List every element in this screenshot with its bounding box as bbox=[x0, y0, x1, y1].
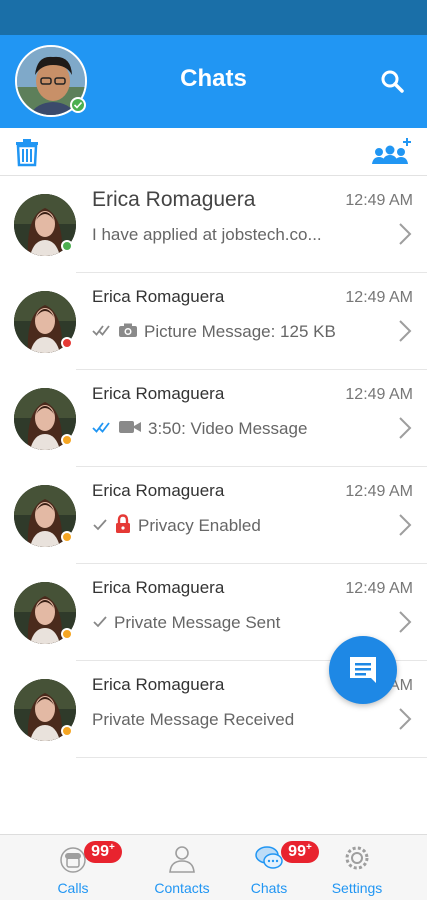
tab-icon-wrap bbox=[167, 843, 197, 873]
tab-label: Calls bbox=[57, 880, 89, 896]
chevron-right-icon bbox=[399, 320, 412, 342]
message-preview-text: Private Message Sent bbox=[114, 613, 281, 632]
chat-bubbles-icon bbox=[255, 846, 283, 869]
presence-status-icon bbox=[61, 628, 73, 640]
search-button[interactable] bbox=[376, 65, 410, 99]
tab-label: Chats bbox=[250, 880, 288, 896]
message-time: 12:49 AM bbox=[345, 192, 413, 209]
bottom-tab-bar: Calls 99+ Contacts Chats 99+ Settings bbox=[0, 834, 427, 900]
tab-icon-wrap bbox=[58, 843, 88, 873]
add-group-icon bbox=[372, 138, 411, 164]
tab-label: Settings bbox=[331, 880, 383, 896]
message-preview-text: Private Message Received bbox=[92, 710, 295, 729]
search-icon bbox=[381, 70, 404, 93]
chat-row[interactable]: Erica Romaguera 12:49 AM Picture Message: … bbox=[0, 273, 427, 370]
contact-name: Erica Romaguera bbox=[92, 188, 256, 211]
contact-name: Erica Romaguera bbox=[92, 675, 225, 694]
message-preview: 3:50: Video Message bbox=[92, 418, 307, 440]
open-chat-button[interactable] bbox=[398, 707, 412, 731]
message-preview-text: Picture Message: 125 KB bbox=[144, 322, 336, 341]
contact-name: Erica Romaguera bbox=[92, 287, 225, 306]
sent-check-icon bbox=[93, 519, 107, 531]
row-divider bbox=[76, 757, 427, 758]
contact-name: Erica Romaguera bbox=[92, 481, 225, 500]
chat-row[interactable]: Erica Romaguera 12:49 AM I have applied at… bbox=[0, 176, 427, 273]
phone-icon bbox=[60, 847, 86, 873]
message-preview: Private Message Received bbox=[92, 709, 294, 731]
chevron-right-icon bbox=[399, 708, 412, 730]
sent-check-icon bbox=[93, 616, 107, 628]
open-chat-button[interactable] bbox=[398, 222, 412, 246]
message-time: 12:49 AM bbox=[345, 483, 413, 500]
presence-status-icon bbox=[61, 337, 73, 349]
delete-button[interactable] bbox=[12, 137, 42, 167]
badge-count: 99 bbox=[91, 843, 109, 860]
app-header: Chats bbox=[0, 35, 427, 128]
message-preview: Privacy Enabled bbox=[92, 513, 261, 537]
status-bar bbox=[0, 0, 427, 35]
tab-contacts[interactable]: Contacts bbox=[137, 835, 227, 900]
chevron-right-icon bbox=[399, 611, 412, 633]
open-chat-button[interactable] bbox=[398, 513, 412, 537]
read-receipt-icon bbox=[92, 422, 110, 433]
message-preview-text: I have applied at jobstech.co... bbox=[92, 225, 322, 244]
chevron-right-icon bbox=[399, 223, 412, 245]
tab-icon-wrap bbox=[342, 843, 372, 873]
video-icon bbox=[119, 420, 141, 433]
page-title: Chats bbox=[180, 65, 247, 92]
contact-name: Erica Romaguera bbox=[92, 384, 225, 403]
message-preview: Private Message Sent bbox=[92, 612, 280, 634]
contact-name: Erica Romaguera bbox=[92, 578, 225, 597]
new-message-button[interactable] bbox=[329, 636, 397, 704]
tab-label: Contacts bbox=[154, 880, 210, 896]
open-chat-button[interactable] bbox=[398, 319, 412, 343]
chat-row[interactable]: Erica Romaguera 12:49 AM Privacy Enabled bbox=[0, 467, 427, 564]
tab-settings[interactable]: Settings bbox=[312, 835, 402, 900]
trash-icon bbox=[16, 139, 38, 167]
new-group-button[interactable] bbox=[370, 136, 414, 168]
lock-icon bbox=[116, 513, 130, 533]
presence-status-icon bbox=[61, 725, 73, 737]
message-preview: I have applied at jobstech.co... bbox=[92, 224, 322, 246]
tab-icon-wrap bbox=[254, 843, 284, 873]
message-time: 12:49 AM bbox=[345, 289, 413, 306]
presence-status-icon bbox=[61, 240, 73, 252]
read-receipt-icon bbox=[92, 325, 110, 336]
chevron-right-icon bbox=[399, 514, 412, 536]
chats-screen: Chats Erica Romaguera 12:49 AM I have ap… bbox=[0, 0, 427, 900]
unread-count-badge: 99+ bbox=[84, 841, 122, 863]
online-status-icon bbox=[70, 97, 86, 113]
camera-icon bbox=[119, 323, 137, 337]
presence-status-icon bbox=[61, 434, 73, 446]
message-preview: Picture Message: 125 KB bbox=[92, 321, 336, 343]
open-chat-button[interactable] bbox=[398, 610, 412, 634]
chat-row[interactable]: Erica Romaguera 12:49 AM 3:50: Video Messa… bbox=[0, 370, 427, 467]
gear-icon bbox=[345, 846, 369, 870]
message-preview-text: Privacy Enabled bbox=[138, 516, 261, 535]
badge-plus: + bbox=[108, 842, 115, 853]
chevron-right-icon bbox=[399, 417, 412, 439]
message-preview-text: 3:50: Video Message bbox=[148, 419, 308, 438]
open-chat-button[interactable] bbox=[398, 416, 412, 440]
contact-icon bbox=[169, 846, 195, 873]
compose-message-icon bbox=[350, 657, 376, 683]
badge-count: 99 bbox=[288, 843, 306, 860]
chat-toolbar bbox=[0, 128, 427, 176]
message-time: 12:49 AM bbox=[345, 580, 413, 597]
message-time: 12:49 AM bbox=[345, 386, 413, 403]
presence-status-icon bbox=[61, 531, 73, 543]
badge-plus: + bbox=[305, 842, 312, 853]
